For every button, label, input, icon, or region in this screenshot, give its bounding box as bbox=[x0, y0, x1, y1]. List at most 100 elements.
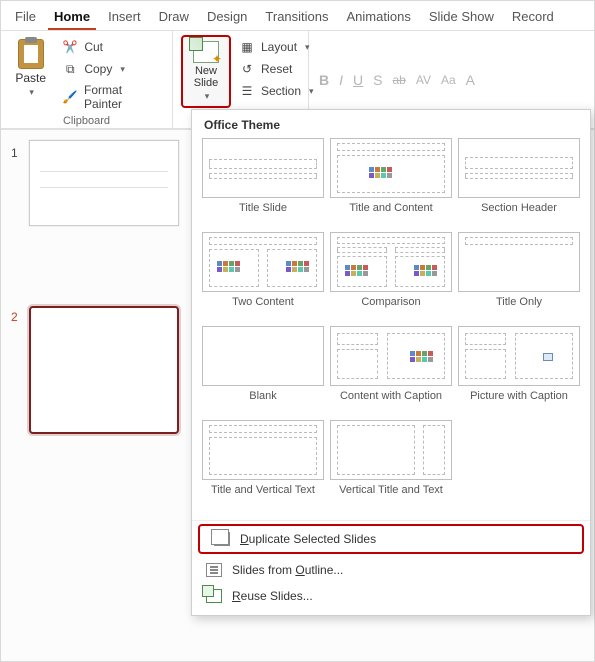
layout-thumb bbox=[330, 138, 452, 198]
reset-icon: ↺ bbox=[239, 61, 255, 77]
slide-number-1: 1 bbox=[11, 146, 18, 160]
layout-grid: Title Slide Title and Content Section He… bbox=[192, 138, 590, 518]
shadow-button[interactable]: S bbox=[373, 72, 382, 88]
bold-button[interactable]: B bbox=[319, 72, 329, 88]
tab-animations[interactable]: Animations bbox=[341, 7, 417, 30]
paste-icon bbox=[18, 39, 44, 69]
layout-blank[interactable]: Blank bbox=[202, 326, 324, 416]
layout-section-header[interactable]: Section Header bbox=[458, 138, 580, 228]
layout-thumb bbox=[202, 420, 324, 480]
layout-label: Two Content bbox=[232, 296, 294, 322]
duplicate-slides-button[interactable]: Duplicate Selected Slides bbox=[200, 526, 582, 552]
layout-title-content[interactable]: Title and Content bbox=[330, 138, 452, 228]
layout-title-vertical-text[interactable]: Title and Vertical Text bbox=[202, 420, 324, 510]
ribbon-tabs: File Home Insert Draw Design Transitions… bbox=[1, 1, 594, 31]
outline-icon bbox=[206, 563, 222, 577]
format-painter-label: Format Painter bbox=[84, 83, 162, 111]
tab-slide-show[interactable]: Slide Show bbox=[423, 7, 500, 30]
brush-icon: 🖌️ bbox=[62, 89, 78, 105]
duplicate-icon bbox=[214, 532, 230, 546]
tab-record[interactable]: Record bbox=[506, 7, 560, 30]
tab-home[interactable]: Home bbox=[48, 7, 96, 30]
layout-two-content[interactable]: Two Content bbox=[202, 232, 324, 322]
layout-thumb bbox=[330, 232, 452, 292]
layout-thumb bbox=[330, 420, 452, 480]
copy-label: Copy bbox=[84, 62, 112, 76]
strike-button[interactable]: ab bbox=[392, 73, 405, 87]
layout-thumb bbox=[202, 232, 324, 292]
layout-button[interactable]: ▦ Layout ▾ bbox=[237, 37, 316, 57]
layout-comparison[interactable]: Comparison bbox=[330, 232, 452, 322]
chevron-down-icon: ▾ bbox=[120, 64, 125, 75]
change-case-button[interactable]: Aa bbox=[441, 73, 456, 87]
layout-thumb bbox=[202, 326, 324, 386]
chevron-down-icon: ▾ bbox=[305, 42, 310, 53]
new-slide-icon: ✦ bbox=[193, 41, 219, 63]
layout-label: Section Header bbox=[481, 202, 557, 228]
duplicate-label: Duplicate Selected Slides bbox=[240, 532, 376, 546]
tab-file[interactable]: File bbox=[9, 7, 42, 30]
copy-icon: ⧉ bbox=[62, 61, 78, 77]
reset-button[interactable]: ↺ Reset bbox=[237, 59, 316, 79]
reuse-slides-button[interactable]: Reuse Slides... bbox=[192, 583, 590, 609]
group-clipboard: Paste ▾ ✂️ Cut ⧉ Copy ▾ 🖌️ Format Painte… bbox=[1, 31, 173, 128]
layout-label: Blank bbox=[249, 390, 277, 416]
scissors-icon: ✂️ bbox=[62, 39, 78, 55]
layout-thumb bbox=[458, 326, 580, 386]
reset-label: Reset bbox=[261, 62, 292, 76]
tab-draw[interactable]: Draw bbox=[153, 7, 195, 30]
layout-label: Picture with Caption bbox=[470, 390, 568, 416]
underline-button[interactable]: U bbox=[353, 72, 363, 88]
chevron-down-icon: ▾ bbox=[29, 87, 34, 98]
layout-thumb bbox=[330, 326, 452, 386]
italic-button[interactable]: I bbox=[339, 72, 343, 88]
new-slide-button[interactable]: ✦ New Slide ▾ bbox=[186, 39, 226, 104]
layout-label: Title Slide bbox=[239, 202, 287, 228]
outline-label: Slides from Outline... bbox=[232, 563, 343, 577]
chevron-down-icon: ▾ bbox=[205, 91, 210, 102]
tab-design[interactable]: Design bbox=[201, 7, 253, 30]
picture-icon bbox=[543, 353, 553, 361]
layout-picture-caption[interactable]: Picture with Caption bbox=[458, 326, 580, 416]
layout-label: Title and Vertical Text bbox=[211, 484, 315, 510]
copy-button[interactable]: ⧉ Copy ▾ bbox=[60, 59, 164, 79]
layout-label: Content with Caption bbox=[340, 390, 442, 416]
layout-label: Title and Content bbox=[349, 202, 432, 228]
tab-transitions[interactable]: Transitions bbox=[259, 7, 334, 30]
layout-label: Vertical Title and Text bbox=[339, 484, 443, 510]
paste-label: Paste bbox=[15, 71, 46, 85]
cut-button[interactable]: ✂️ Cut bbox=[60, 37, 164, 57]
section-label: Section bbox=[261, 84, 301, 98]
font-color-button[interactable]: A bbox=[466, 72, 475, 88]
reuse-icon bbox=[206, 589, 222, 603]
layout-title-slide[interactable]: Title Slide bbox=[202, 138, 324, 228]
slides-from-outline-button[interactable]: Slides from Outline... bbox=[192, 557, 590, 583]
section-button[interactable]: ☰ Section ▾ bbox=[237, 81, 316, 101]
char-spacing-button[interactable]: AV bbox=[416, 73, 431, 87]
new-slide-gallery: Office Theme Title Slide Title and Conte… bbox=[191, 109, 591, 616]
layout-content-caption[interactable]: Content with Caption bbox=[330, 326, 452, 416]
layout-thumb bbox=[202, 138, 324, 198]
tab-insert[interactable]: Insert bbox=[102, 7, 147, 30]
duplicate-highlight: Duplicate Selected Slides bbox=[198, 524, 584, 554]
layout-label: Comparison bbox=[361, 296, 420, 322]
section-icon: ☰ bbox=[239, 83, 255, 99]
gallery-title: Office Theme bbox=[192, 110, 590, 138]
reuse-label: Reuse Slides... bbox=[232, 589, 313, 603]
slide-number-2: 2 bbox=[11, 310, 18, 324]
chevron-down-icon: ▾ bbox=[309, 86, 314, 97]
layout-icon: ▦ bbox=[239, 39, 255, 55]
layout-vertical-title-text[interactable]: Vertical Title and Text bbox=[330, 420, 452, 510]
layout-label: Layout bbox=[261, 40, 297, 54]
layout-thumb bbox=[458, 138, 580, 198]
cut-label: Cut bbox=[84, 40, 103, 54]
paste-button[interactable]: Paste ▾ bbox=[9, 35, 52, 98]
slide-thumb-1[interactable] bbox=[29, 140, 179, 226]
layout-title-only[interactable]: Title Only bbox=[458, 232, 580, 322]
layout-label: Title Only bbox=[496, 296, 542, 322]
slide-thumb-2[interactable] bbox=[29, 306, 179, 434]
format-painter-button[interactable]: 🖌️ Format Painter bbox=[60, 81, 164, 113]
new-slide-label: New Slide bbox=[194, 65, 218, 89]
new-slide-highlight: ✦ New Slide ▾ bbox=[181, 35, 231, 108]
clipboard-group-label: Clipboard bbox=[9, 113, 164, 127]
